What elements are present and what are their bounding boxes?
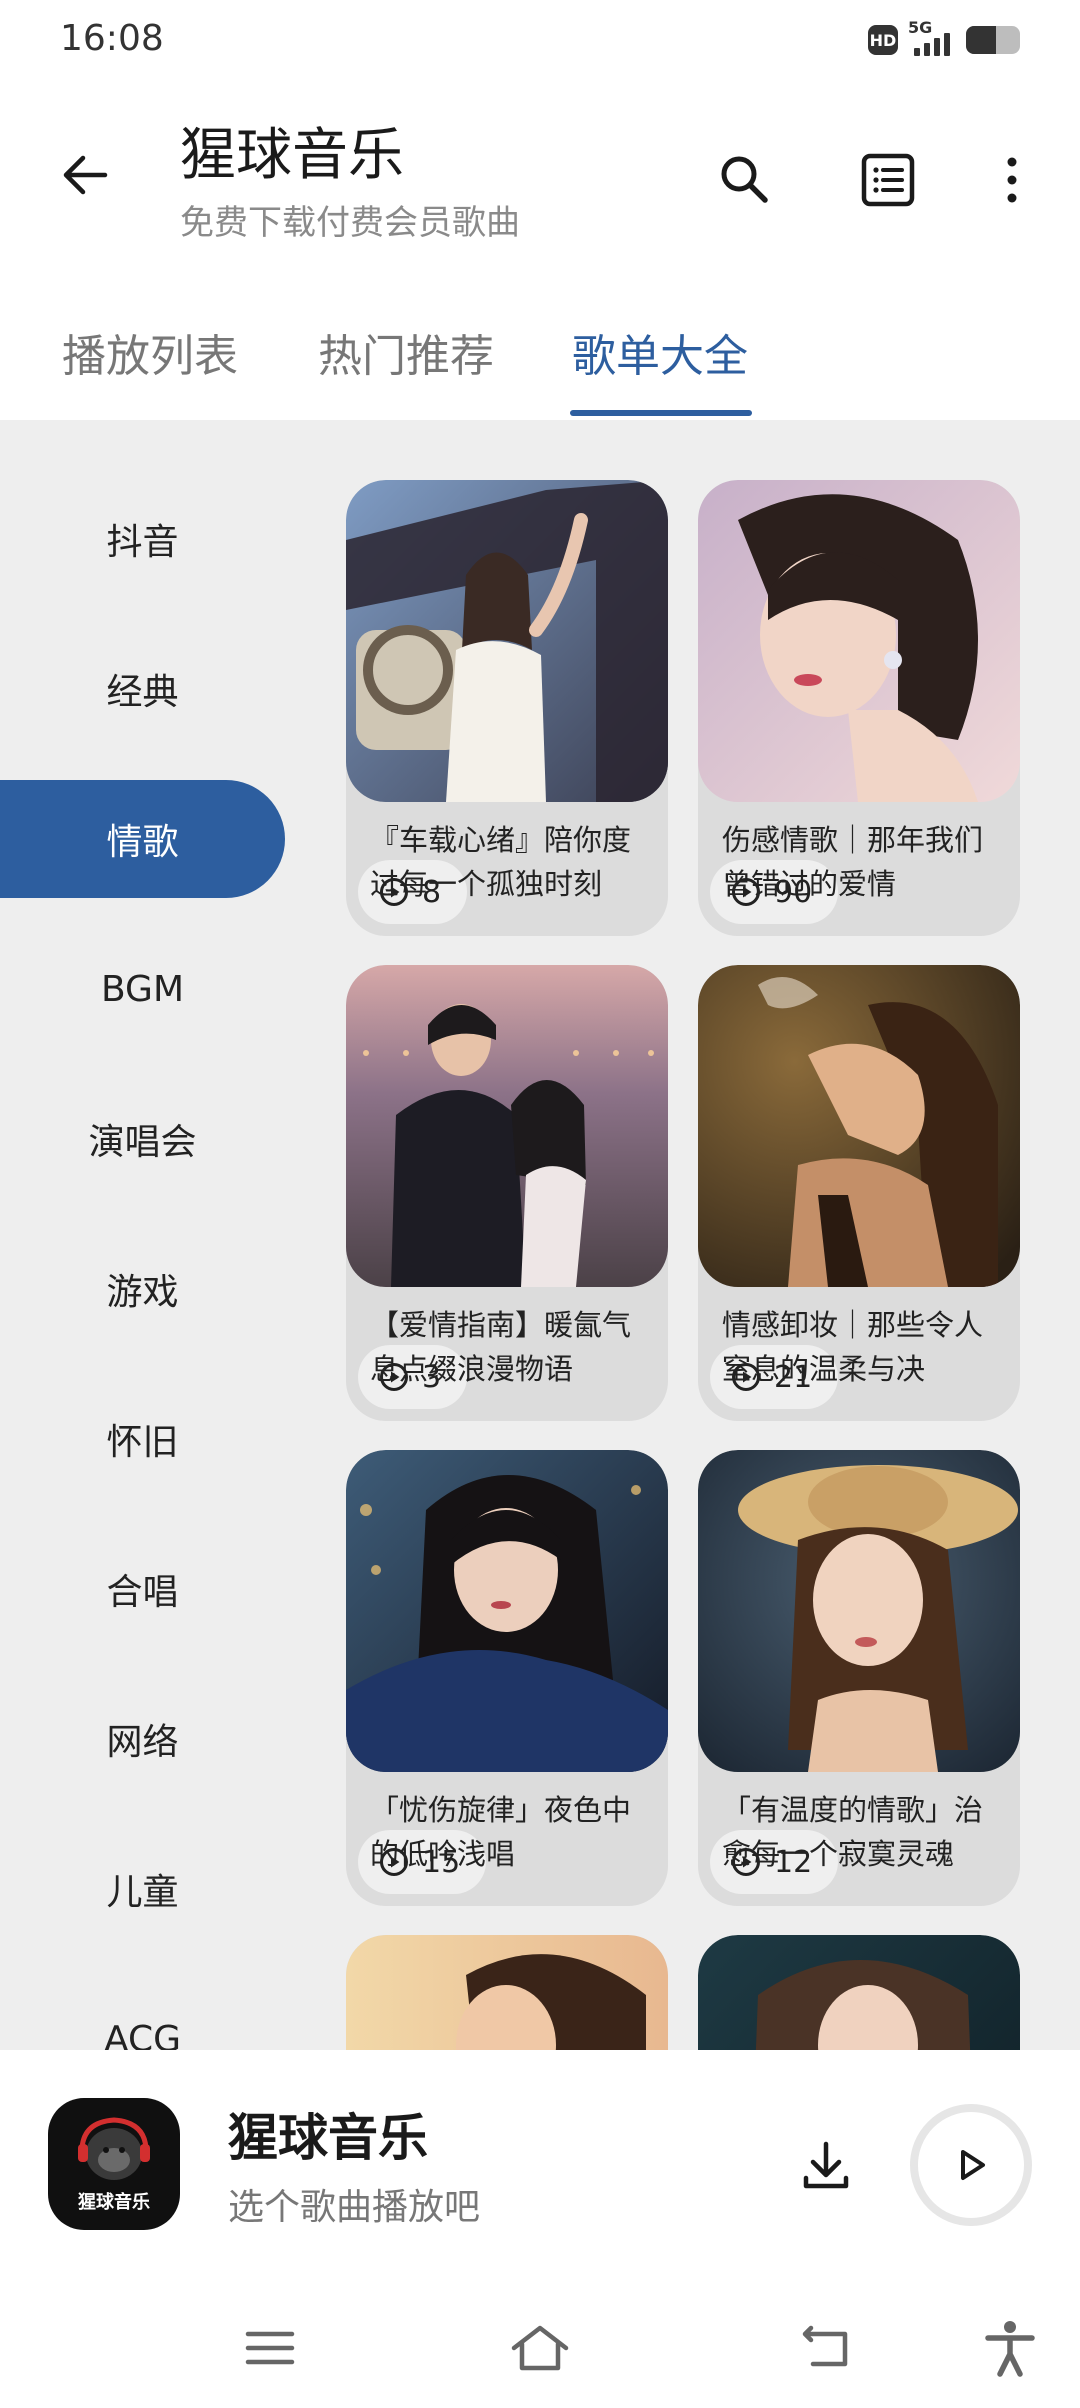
tab-song-lists[interactable]: 歌单大全 <box>572 320 748 384</box>
logo-text: 猩球音乐 <box>78 2192 150 2213</box>
download-icon <box>803 2141 849 2189</box>
playlist-card[interactable]: 3 【爱情指南】暖氤气息点缀浪漫物语 <box>346 965 668 1421</box>
status-icons: HD 5G <box>868 18 1020 58</box>
system-nav-bar <box>0 2280 1080 2408</box>
tab-playlist[interactable]: 播放列表 <box>62 320 238 384</box>
status-time: 16:08 <box>60 18 164 59</box>
category-game[interactable]: 游戏 <box>0 1230 285 1348</box>
page-subtitle: 免费下载付费会员歌曲 <box>180 203 520 243</box>
playlist-card[interactable]: 8 『车载心绪』陪你度过每一个孤独时刻 <box>346 480 668 936</box>
category-bgm[interactable]: BGM <box>0 930 285 1048</box>
playlist-title: 伤感情歌｜那年我们曾错过的爱情 <box>722 823 984 901</box>
playlist-cover <box>346 1450 668 1772</box>
nav-accessibility-button[interactable] <box>970 2308 1050 2388</box>
battery-icon <box>966 26 1020 54</box>
playlist-title: 【爱情指南】暖氤气息点缀浪漫物语 <box>370 1308 632 1386</box>
playlist-cover <box>698 1935 1020 2050</box>
playlist-cover <box>698 965 1020 1287</box>
nav-back-button[interactable] <box>785 2308 865 2388</box>
tab-bar: 播放列表 热门推荐 歌单大全 <box>0 300 1080 420</box>
back-icon <box>802 2325 848 2367</box>
app-header: 猩球音乐 免费下载付费会员歌曲 <box>0 80 1080 280</box>
player-title: 猩球音乐 <box>228 2109 428 2167</box>
playlist-cover <box>698 1450 1020 1772</box>
download-button[interactable] <box>790 2130 862 2202</box>
playlist-title: 「有温度的情歌」治愈每一个寂寞灵魂 <box>722 1793 984 1871</box>
play-button[interactable] <box>910 2104 1032 2226</box>
playlist-cover <box>346 1935 668 2050</box>
playlist-card[interactable]: 90 伤感情歌｜那年我们曾错过的爱情 <box>698 480 1020 936</box>
category-chorus[interactable]: 合唱 <box>0 1530 285 1648</box>
playlist-cover <box>346 965 668 1287</box>
category-douyin[interactable]: 抖音 <box>0 480 285 598</box>
more-vert-icon <box>1007 157 1017 203</box>
category-love-songs[interactable]: 情歌 <box>0 780 285 898</box>
back-button[interactable] <box>50 140 120 210</box>
playlist-card[interactable]: 21 情感卸妆｜那些令人窒息的温柔与决 <box>698 965 1020 1421</box>
search-button[interactable] <box>705 140 785 220</box>
nav-home-button[interactable] <box>500 2308 580 2388</box>
more-options-button[interactable] <box>972 140 1052 220</box>
play-icon <box>961 2150 985 2180</box>
tab-indicator <box>570 410 752 416</box>
back-arrow-icon <box>63 155 108 195</box>
playlist-card[interactable]: 12 「有温度的情歌」治愈每一个寂寞灵魂 <box>698 1450 1020 1906</box>
list-icon <box>861 153 915 207</box>
playlist-card[interactable] <box>346 1935 668 2050</box>
search-icon <box>721 156 768 203</box>
playlist-card[interactable] <box>698 1935 1020 2050</box>
tab-hot-recommend[interactable]: 热门推荐 <box>318 320 494 384</box>
playlist-cover <box>346 480 668 802</box>
category-classic[interactable]: 经典 <box>0 630 285 748</box>
signal-icon: 5G <box>908 18 956 58</box>
accessibility-icon <box>985 2321 1035 2377</box>
page-title: 猩球音乐 <box>180 123 404 188</box>
menu-icon <box>245 2331 295 2365</box>
category-acg[interactable]: ACG <box>0 1980 285 2051</box>
category-children[interactable]: 儿童 <box>0 1830 285 1948</box>
mini-player[interactable]: 猩球音乐 猩球音乐 选个歌曲播放吧 <box>0 2050 1080 2280</box>
category-nostalgia[interactable]: 怀旧 <box>0 1380 285 1498</box>
playlist-cover <box>698 480 1020 802</box>
playlist-title: 『车载心绪』陪你度过每一个孤独时刻 <box>370 823 632 901</box>
home-icon <box>511 2325 569 2371</box>
player-subtitle: 选个歌曲播放吧 <box>228 2187 481 2228</box>
screen: 16:08 HD 5G 猩球音乐 免费下载付费会员歌曲 播放列表 热门推荐 歌单… <box>0 0 1080 2408</box>
playlist-title: 「忧伤旋律」夜色中的低吟浅唱 <box>370 1793 632 1871</box>
content-area: 抖音 经典 情歌 BGM 演唱会 游戏 怀旧 合唱 网络 儿童 ACG 8 『车… <box>0 420 1080 2050</box>
hd-badge: HD <box>868 25 898 55</box>
playlist-card[interactable]: 15 「忧伤旋律」夜色中的低吟浅唱 <box>346 1450 668 1906</box>
app-logo: 猩球音乐 <box>48 2098 180 2230</box>
playlist-title: 情感卸妆｜那些令人窒息的温柔与决 <box>722 1308 984 1386</box>
category-concert[interactable]: 演唱会 <box>0 1080 285 1198</box>
list-button[interactable] <box>848 140 928 220</box>
nav-menu-button[interactable] <box>230 2308 310 2388</box>
category-internet[interactable]: 网络 <box>0 1680 285 1798</box>
status-bar: 16:08 HD 5G <box>0 0 1080 80</box>
